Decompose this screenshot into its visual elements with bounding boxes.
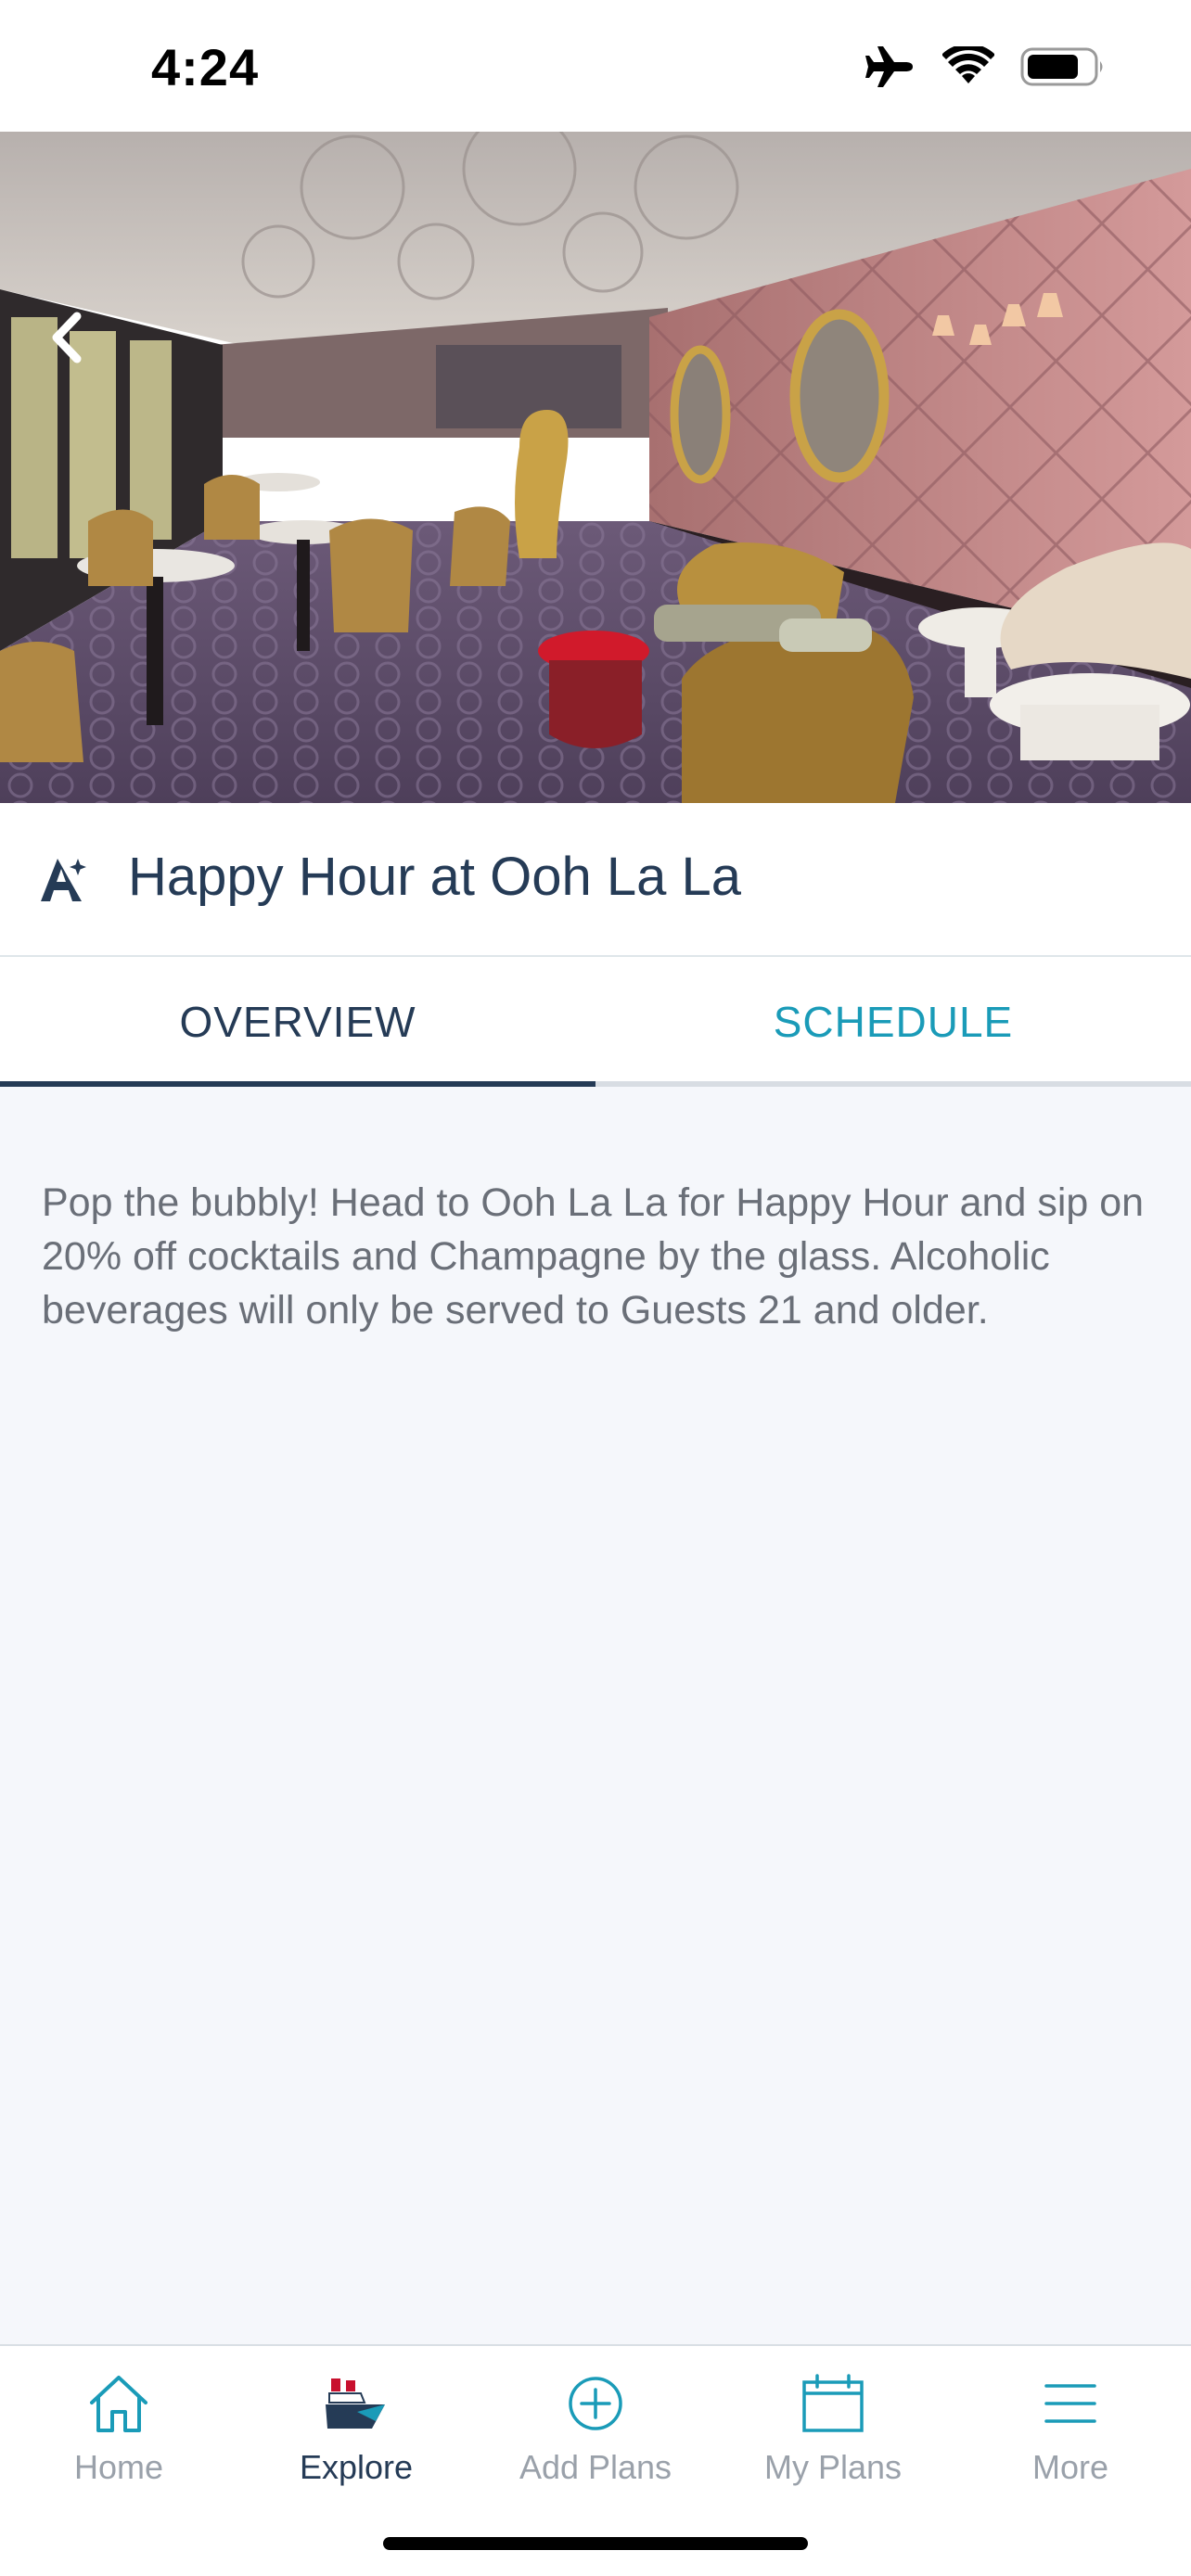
back-button[interactable] [37,303,95,376]
hamburger-menu-icon [952,2365,1189,2442]
status-bar: 4:24 [0,0,1191,132]
home-indicator [383,2537,808,2550]
nav-add-plans[interactable]: Add Plans [477,2346,714,2504]
magic-sparkle-icon [37,853,89,910]
nav-home[interactable]: Home [0,2346,237,2504]
tab-schedule[interactable]: SCHEDULE [596,957,1191,1087]
status-time: 4:24 [151,38,260,96]
nav-home-label: Home [73,2448,164,2486]
nav-my-plans[interactable]: My Plans [714,2346,952,2504]
wifi-icon [942,46,994,87]
home-icon [0,2365,237,2442]
title-row: Happy Hour at Ooh La La [0,803,1191,957]
tab-overview[interactable]: OVERVIEW [0,957,596,1087]
battery-icon [1020,46,1106,87]
overview-content: Pop the bubbly! Head to Ooh La La for Ha… [0,1087,1191,2344]
ship-icon [237,2365,475,2442]
nav-explore-label: Explore [299,2448,414,2486]
chevron-left-icon [47,311,84,369]
lounge-photo [0,132,1191,803]
page-title: Happy Hour at Ooh La La [128,847,741,907]
plus-circle-icon [477,2365,714,2442]
nav-explore[interactable]: Explore [237,2346,475,2504]
calendar-icon [714,2365,952,2442]
tab-bar: OVERVIEW SCHEDULE [0,957,1191,1087]
nav-my-plans-label: My Plans [763,2448,903,2486]
nav-more[interactable]: More [952,2346,1189,2504]
event-description: Pop the bubbly! Head to Ooh La La for Ha… [42,1180,1145,1333]
nav-add-plans-label: Add Plans [519,2448,672,2486]
nav-more-label: More [1031,2448,1109,2486]
status-icons [864,45,1106,89]
airplane-icon [864,45,916,89]
hero-image [0,132,1191,803]
